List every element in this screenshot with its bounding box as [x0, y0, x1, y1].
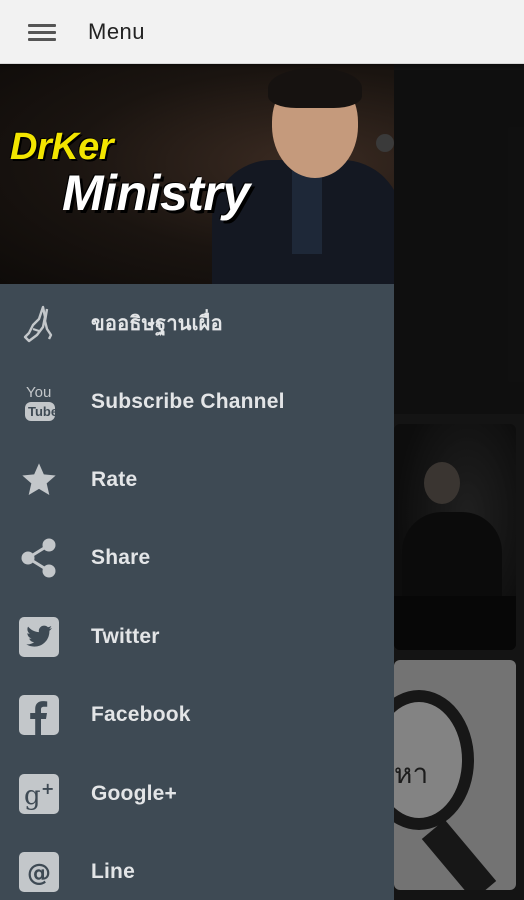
microphone-icon — [376, 134, 394, 152]
menu-item-label: Share — [91, 546, 151, 570]
twitter-icon — [18, 616, 60, 658]
praying-hands-icon — [18, 302, 60, 344]
brand-logo-line1: DrKer — [10, 126, 114, 168]
svg-text:@: @ — [27, 859, 51, 887]
menu-item-label: Twitter — [91, 624, 160, 648]
youtube-icon: You Tube — [18, 381, 60, 423]
star-icon — [18, 459, 60, 501]
drawer-header-banner: DrKer Ministry — [0, 64, 394, 284]
menu-item-label: ขออธิษฐานเผื่อ — [91, 311, 223, 336]
svg-text:You: You — [26, 384, 51, 401]
svg-text:g: g — [24, 781, 41, 811]
menu-item-twitter[interactable]: Twitter — [0, 598, 394, 676]
page-title: Menu — [88, 19, 146, 44]
navigation-drawer: DrKer Ministry ขออธิษฐานเผื่อ You Tube S… — [0, 64, 394, 900]
menu-item-label: Subscribe Channel — [91, 389, 285, 413]
menu-item-subscribe-channel[interactable]: You Tube Subscribe Channel — [0, 362, 394, 440]
menu-item-prayer-request[interactable]: ขออธิษฐานเผื่อ — [0, 284, 394, 362]
menu-item-rate[interactable]: Rate — [0, 441, 394, 519]
svg-text:Tube: Tube — [28, 404, 58, 419]
share-icon — [18, 537, 60, 579]
menu-item-facebook[interactable]: Facebook — [0, 676, 394, 754]
menu-item-google-plus[interactable]: g + Google+ — [0, 754, 394, 832]
menu-item-line[interactable]: @ Line — [0, 833, 394, 900]
menu-item-label: Google+ — [91, 781, 177, 805]
brand-logo-line2: Ministry — [62, 165, 250, 221]
hamburger-menu-icon[interactable] — [28, 22, 56, 42]
menu-item-label: Facebook — [91, 703, 191, 727]
app-bar: Menu — [0, 0, 524, 64]
menu-item-share[interactable]: Share — [0, 519, 394, 597]
facebook-icon — [18, 694, 60, 736]
menu-item-label: Rate — [91, 467, 138, 491]
svg-text:+: + — [41, 779, 54, 798]
drawer-menu: ขออธิษฐานเผื่อ You Tube Subscribe Channe… — [0, 284, 394, 900]
line-at-icon: @ — [18, 851, 60, 893]
menu-item-label: Line — [91, 859, 135, 883]
google-plus-icon: g + — [18, 773, 60, 815]
